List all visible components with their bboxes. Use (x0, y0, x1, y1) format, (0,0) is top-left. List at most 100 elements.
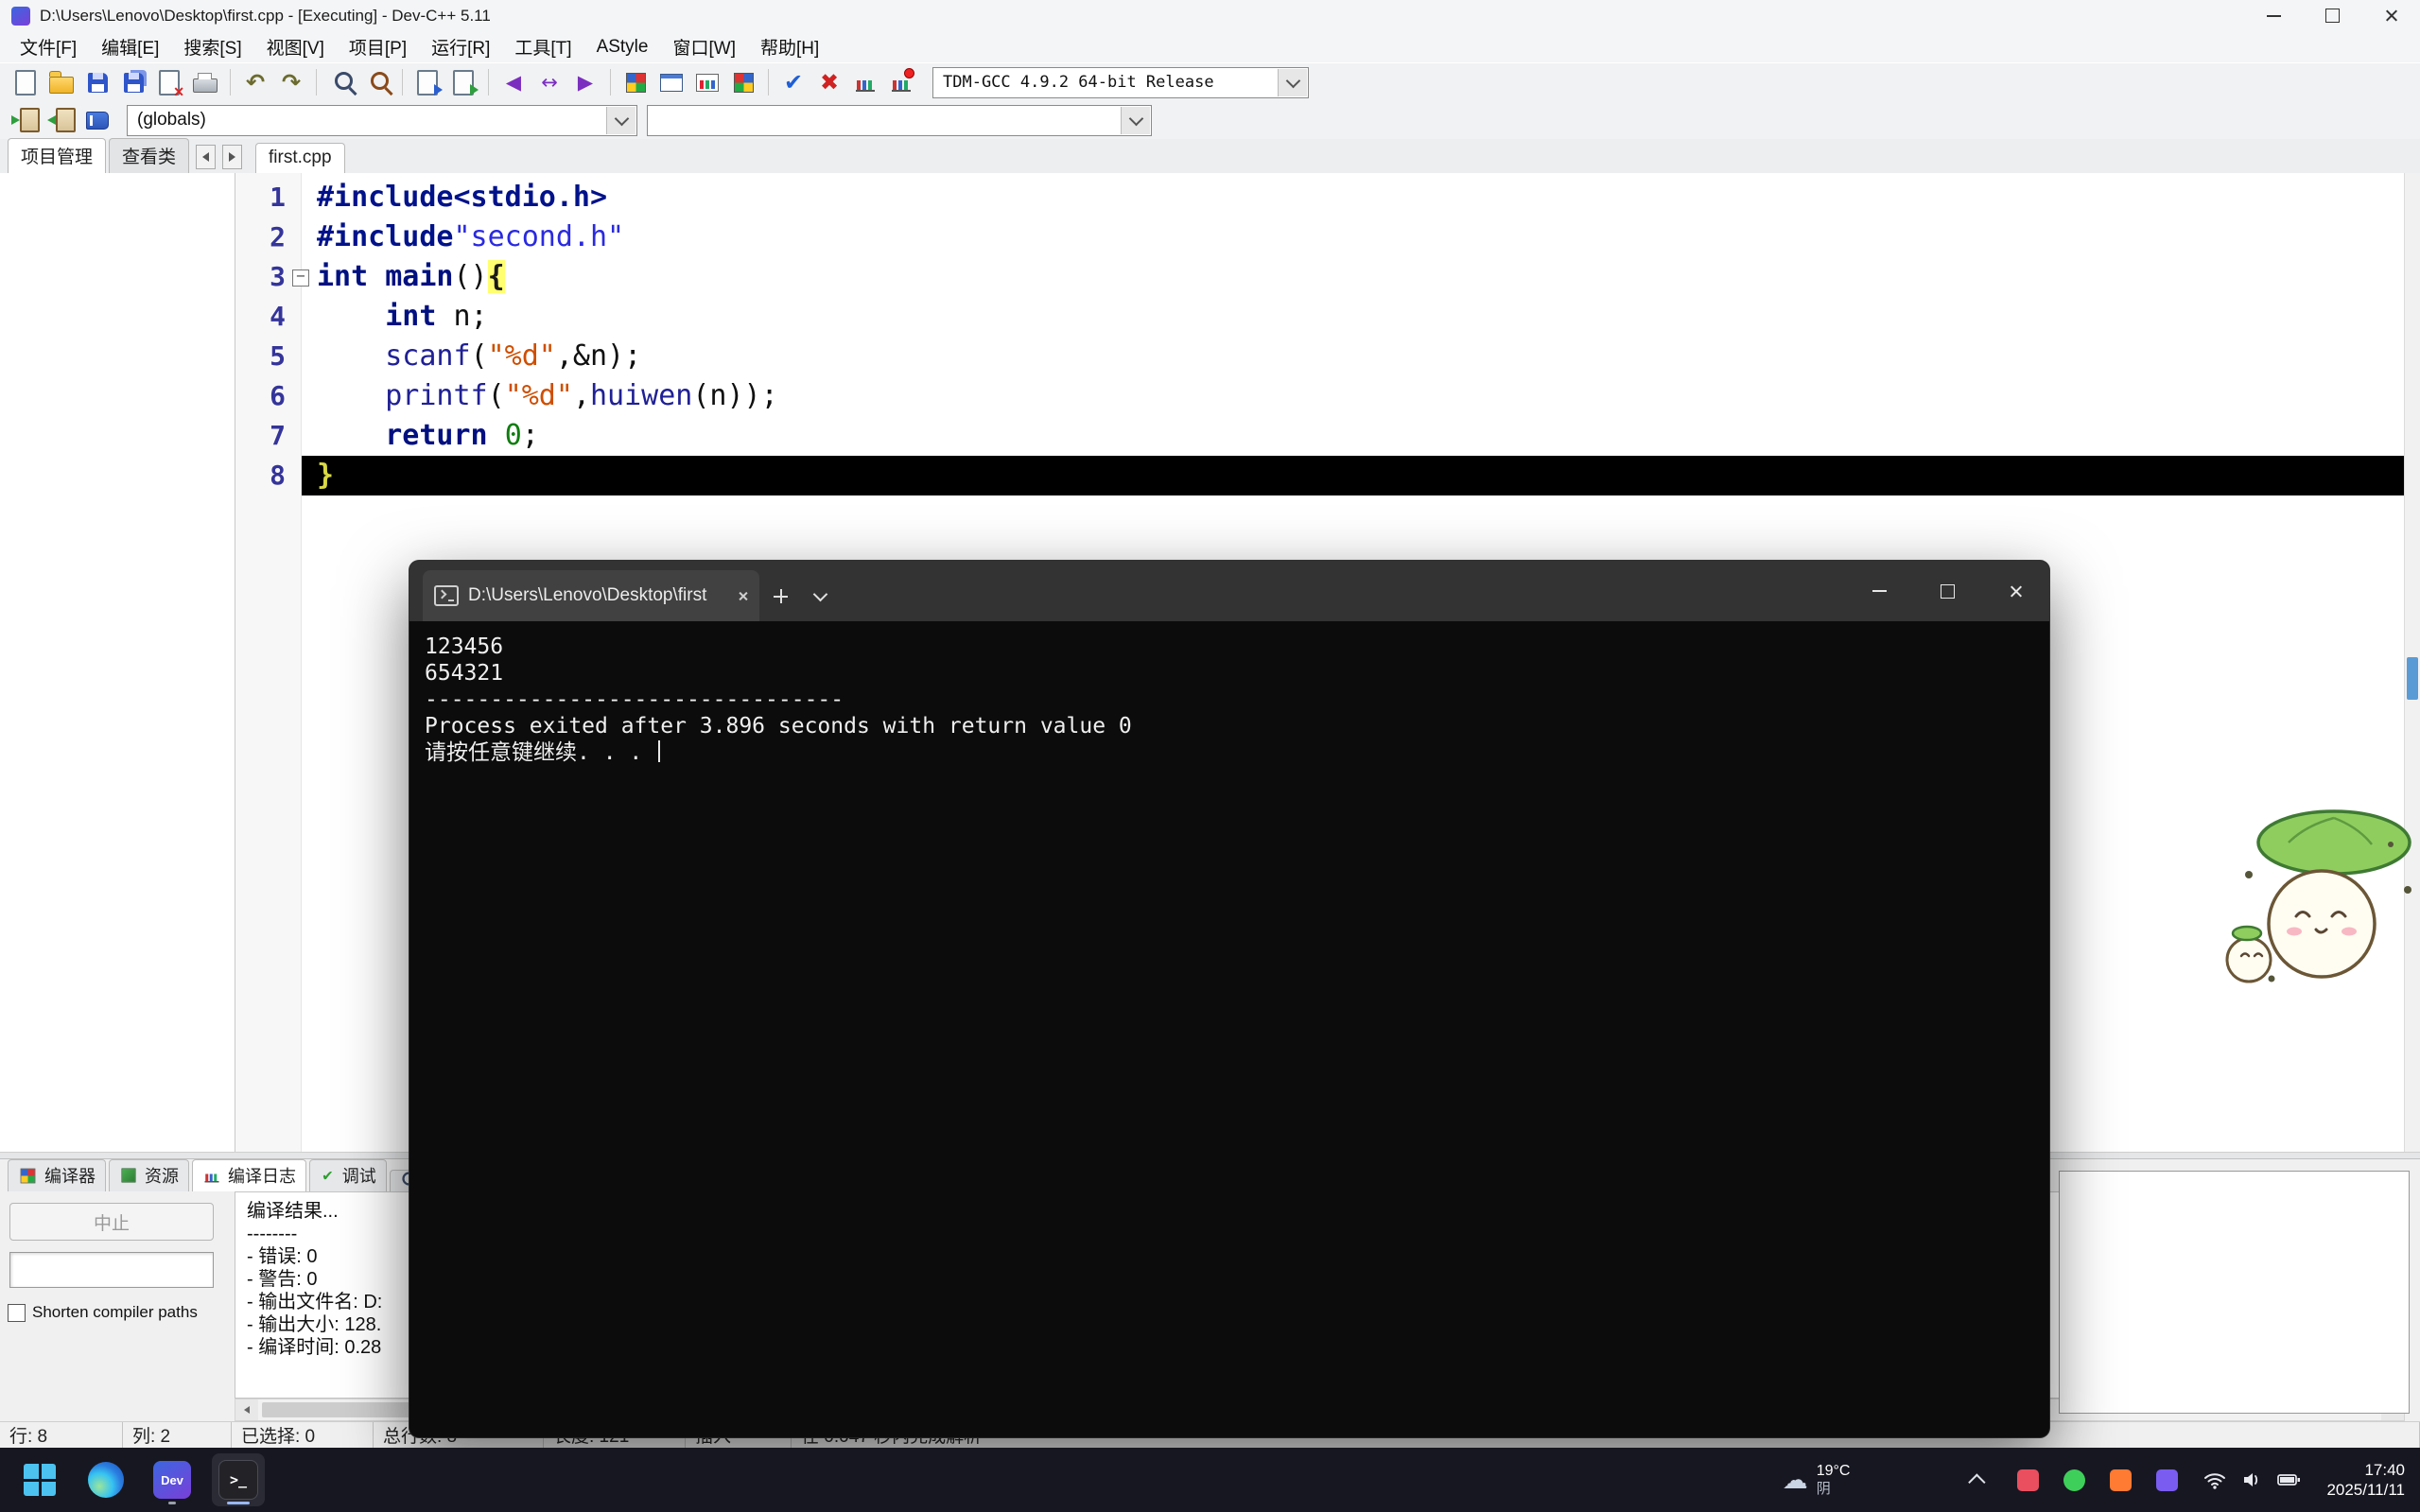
close-button[interactable] (2361, 0, 2420, 31)
tray-expand-chevron[interactable] (1969, 1473, 1986, 1490)
devcpp-app-icon (11, 7, 30, 26)
tray-app-icons (2017, 1469, 2178, 1491)
start-button[interactable] (13, 1453, 66, 1506)
tab-project-manager[interactable]: 项目管理 (8, 138, 106, 173)
debug-output-panel (2059, 1171, 2410, 1414)
chevron-down-icon[interactable] (1121, 107, 1150, 134)
editor-tab-first-cpp[interactable]: first.cpp (255, 143, 345, 173)
system-tray-icons[interactable] (2202, 1468, 2302, 1492)
undo-button[interactable]: ↶ (237, 66, 273, 98)
taskbar-edge-button[interactable] (79, 1453, 132, 1506)
menu-project[interactable]: 项目[P] (337, 31, 419, 62)
grid2-icon (734, 73, 754, 93)
members-combo[interactable] (647, 105, 1152, 136)
find-button[interactable] (323, 66, 359, 98)
tray-app-icon-orange[interactable] (2110, 1469, 2132, 1491)
tab-class-browser[interactable]: 查看类 (109, 138, 189, 173)
redo-button[interactable]: ↷ (273, 66, 309, 98)
battery-icon[interactable] (2276, 1468, 2302, 1492)
profile-analysis-button[interactable] (883, 66, 919, 98)
profile-button[interactable] (847, 66, 883, 98)
menu-edit[interactable]: 编辑[E] (89, 31, 171, 62)
tab-compile-log[interactable]: 编译日志 (192, 1159, 306, 1191)
goto-definition-button[interactable] (409, 66, 445, 98)
toolbar-main-buttons: ↶↷ ◀↔▶ ✔✖ (8, 66, 919, 98)
insert-snippet-button[interactable] (8, 104, 44, 136)
goto-function-button[interactable] (79, 104, 115, 136)
toolbar-separator (316, 69, 317, 96)
taskbar-clock[interactable]: 17:40 2025/11/11 (2326, 1460, 2405, 1500)
rebuild-all-button[interactable] (725, 66, 761, 98)
door-icon (20, 108, 40, 132)
code-line: int main(){ (302, 257, 2405, 297)
replace-button[interactable] (359, 66, 395, 98)
terminal-minimize-button[interactable] (1845, 561, 1913, 621)
swap-header-source-button[interactable]: ↔ (531, 66, 567, 98)
maximize-button[interactable] (2303, 0, 2361, 31)
new-file-button[interactable] (8, 66, 44, 98)
back-button[interactable]: ◀ (496, 66, 531, 98)
tab-scroll-left-button[interactable] (196, 145, 216, 169)
abort-button[interactable]: 中止 (9, 1203, 214, 1241)
abort-compilation-button[interactable]: ✖ (811, 66, 847, 98)
menu-tools[interactable]: 工具[T] (502, 31, 583, 62)
terminal-tab[interactable]: D:\Users\Lenovo\Desktop\first (423, 570, 759, 621)
print-button[interactable] (187, 66, 223, 98)
volume-icon[interactable] (2239, 1468, 2264, 1492)
close-icon (2009, 584, 2023, 599)
menu-search[interactable]: 搜索[S] (171, 31, 253, 62)
tab-resources[interactable]: 资源 (109, 1159, 189, 1191)
globals-combo[interactable]: (globals) (127, 105, 637, 136)
toggle-bookmark-button[interactable] (44, 104, 79, 136)
compiler-combo[interactable]: TDM-GCC 4.9.2 64-bit Release (932, 67, 1309, 98)
tray-app-icon-green[interactable] (2063, 1469, 2085, 1491)
syntax-check-button[interactable]: ✔ (775, 66, 811, 98)
terminal-close-button[interactable] (1981, 561, 2049, 621)
minimize-button[interactable] (2244, 0, 2303, 31)
wifi-icon[interactable] (2202, 1468, 2227, 1492)
terminal-title-bar[interactable]: D:\Users\Lenovo\Desktop\first (409, 561, 2049, 621)
compile-button[interactable] (618, 66, 653, 98)
tab-dropdown-button[interactable] (801, 570, 839, 621)
search-replace-icon (371, 72, 389, 90)
menu-file[interactable]: 文件[F] (8, 31, 89, 62)
terminal-tab-close-button[interactable] (738, 591, 748, 601)
forward-button[interactable]: ▶ (567, 66, 603, 98)
save-all-button[interactable] (115, 66, 151, 98)
menu-help[interactable]: 帮助[H] (748, 31, 831, 62)
menu-view[interactable]: 视图[V] (254, 31, 337, 62)
chevron-down-icon[interactable] (1278, 69, 1307, 96)
menu-astyle[interactable]: AStyle (584, 31, 661, 62)
open-file-button[interactable] (44, 66, 79, 98)
tray-app-icon-violet[interactable] (2156, 1469, 2178, 1491)
scroll-left-button[interactable] (235, 1399, 258, 1420)
chevron-down-icon[interactable] (606, 107, 635, 134)
terminal-window[interactable]: D:\Users\Lenovo\Desktop\first 1234566543… (409, 561, 2049, 1437)
shorten-paths-checkbox[interactable] (8, 1304, 26, 1322)
taskbar-terminal-button[interactable] (212, 1453, 265, 1506)
tab-scroll-right-button[interactable] (222, 145, 242, 169)
fold-marker[interactable]: − (292, 269, 309, 287)
scrollbar-thumb[interactable] (2407, 657, 2418, 700)
gutter-line: 4 (235, 297, 301, 337)
floppy-icon (88, 73, 108, 93)
compile-run-button[interactable] (689, 66, 725, 98)
close-icon (2384, 9, 2398, 23)
weather-widget[interactable]: 19°C 阴 (1783, 1462, 1851, 1498)
tab-compiler[interactable]: 编译器 (8, 1159, 106, 1191)
tray-app-icon-red[interactable] (2017, 1469, 2039, 1491)
terminal-maximize-button[interactable] (1913, 561, 1981, 621)
new-tab-button[interactable] (759, 570, 801, 621)
menu-window[interactable]: 窗口[W] (660, 31, 748, 62)
project-manager-panel[interactable] (0, 173, 235, 1158)
goto-declaration-button[interactable] (445, 66, 481, 98)
close-file-button[interactable] (151, 66, 187, 98)
taskbar-devcpp-button[interactable] (146, 1453, 199, 1506)
console-body[interactable]: 123456654321----------------------------… (409, 621, 2049, 778)
save-button[interactable] (79, 66, 115, 98)
editor-vertical-scrollbar[interactable] (2404, 173, 2420, 1152)
taskbar-tray: 19°C 阴 (1783, 1460, 2420, 1500)
menu-run[interactable]: 运行[R] (419, 31, 502, 62)
run-button[interactable] (653, 66, 689, 98)
tab-debug[interactable]: ✔调试 (309, 1159, 387, 1191)
